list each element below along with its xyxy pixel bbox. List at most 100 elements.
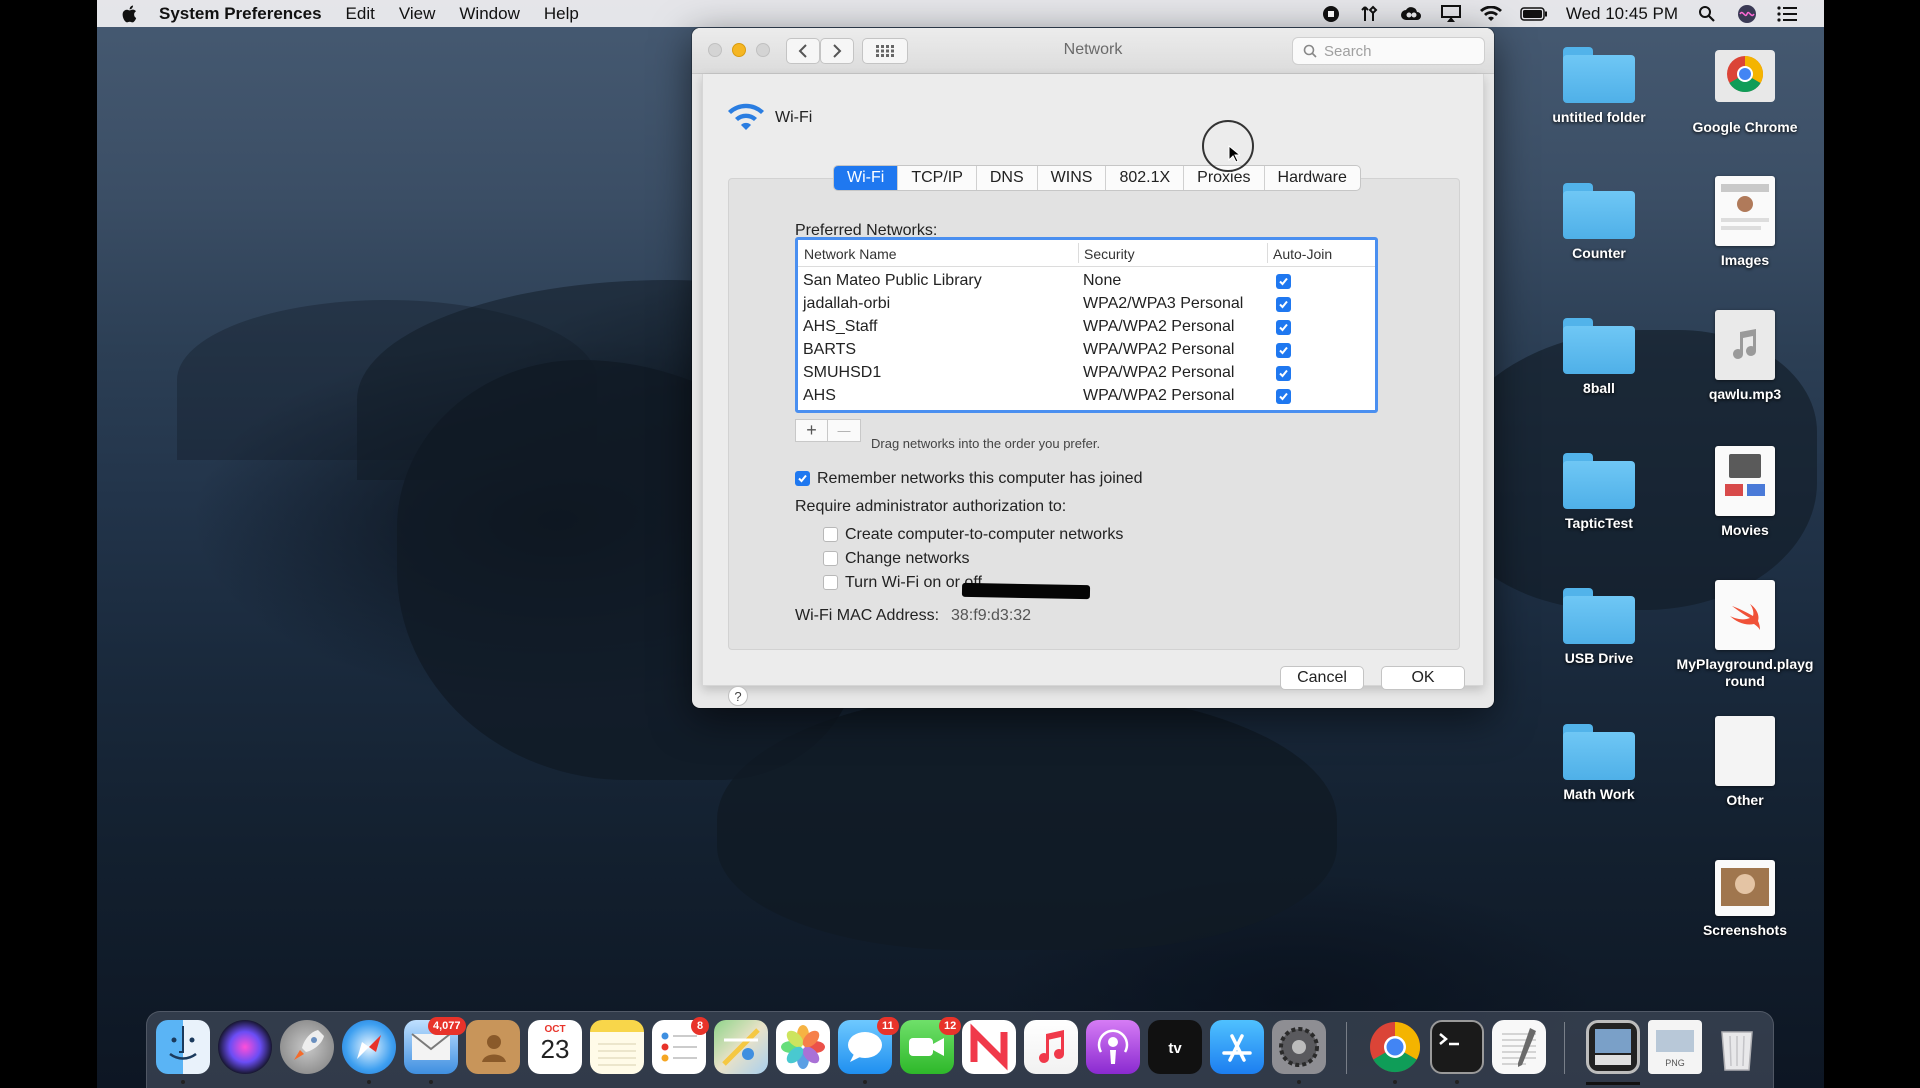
change-networks-label[interactable]: Change networks [845, 550, 970, 568]
document-icon [1715, 716, 1775, 786]
dock-preview-icon[interactable] [1586, 1020, 1640, 1074]
desktop-icon-math-work[interactable]: Math Work [1534, 724, 1664, 803]
creative-cloud-icon[interactable] [1400, 5, 1422, 23]
tab-hardware[interactable]: Hardware [1265, 166, 1360, 190]
menu-help[interactable]: Help [544, 4, 579, 24]
mail-badge: 4,077 [428, 1017, 466, 1035]
table-row[interactable]: AHS WPA/WPA2 Personal [798, 385, 1375, 408]
desktop-icon-untitled-folder[interactable]: untitled folder [1534, 47, 1664, 126]
dock-podcasts-icon[interactable] [1086, 1020, 1140, 1074]
desktop-icon-images[interactable]: Images [1680, 176, 1810, 269]
search-field[interactable]: Search [1292, 37, 1485, 65]
dock-png-document-icon[interactable]: PNG [1648, 1020, 1702, 1074]
checkmark-icon [1279, 323, 1288, 332]
auto-join-checkbox[interactable] [1276, 343, 1291, 358]
dock-system-preferences-icon[interactable] [1272, 1020, 1326, 1074]
notification-center-icon[interactable] [1776, 5, 1798, 23]
table-row[interactable]: AHS_Staff WPA/WPA2 Personal [798, 316, 1375, 339]
create-networks-label[interactable]: Create computer-to-computer networks [845, 526, 1123, 544]
dock-notes-icon[interactable] [590, 1020, 644, 1074]
cancel-button[interactable]: Cancel [1280, 666, 1364, 690]
menu-view[interactable]: View [399, 4, 436, 24]
network-name: San Mateo Public Library [803, 272, 982, 289]
desktop-icon-qawlu-mp3[interactable]: qawlu.mp3 [1680, 310, 1810, 403]
remember-networks-checkbox[interactable] [795, 471, 810, 486]
menu-app-name[interactable]: System Preferences [159, 4, 322, 24]
dock-app-store-icon[interactable] [1210, 1020, 1264, 1074]
desktop-icon-screenshots[interactable]: Screenshots [1680, 860, 1810, 939]
desktop-icon-8ball[interactable]: 8ball [1534, 318, 1664, 397]
window-titlebar: Network Search [692, 28, 1494, 74]
siri-icon[interactable] [1736, 4, 1758, 23]
dock-news-icon[interactable] [962, 1020, 1016, 1074]
battery-icon[interactable] [1520, 5, 1548, 23]
folder-icon [1563, 588, 1635, 644]
dock-safari-icon[interactable] [342, 1020, 396, 1074]
column-security[interactable]: Security [1084, 246, 1135, 262]
apple-menu-icon[interactable] [119, 3, 141, 25]
desktop-icon-movies[interactable]: Movies [1680, 446, 1810, 539]
table-row[interactable]: BARTS WPA/WPA2 Personal [798, 339, 1375, 362]
dock-maps-icon[interactable] [714, 1020, 768, 1074]
desktop-icon-myplayground[interactable]: MyPlayground.playground [1675, 580, 1815, 690]
toggle-wifi-checkbox[interactable] [823, 575, 838, 590]
desktop-icon-counter[interactable]: Counter [1534, 183, 1664, 262]
desktop-icon-taptictest[interactable]: TapticTest [1534, 453, 1664, 532]
column-auto-join[interactable]: Auto-Join [1273, 246, 1332, 262]
dock-finder-icon[interactable] [156, 1020, 210, 1074]
change-networks-checkbox[interactable] [823, 551, 838, 566]
create-networks-checkbox[interactable] [823, 527, 838, 542]
airplay-icon[interactable] [1440, 4, 1462, 23]
dock-launchpad-icon[interactable] [280, 1020, 334, 1074]
dock-contacts-icon[interactable] [466, 1020, 520, 1074]
tools-icon[interactable] [1360, 5, 1382, 23]
swift-playground-icon [1715, 580, 1775, 650]
column-network-name[interactable]: Network Name [804, 246, 897, 262]
chrome-icon [1715, 50, 1775, 102]
preferred-networks-table[interactable]: Network Name Security Auto-Join San Mate… [795, 237, 1378, 413]
tab-wins[interactable]: WINS [1038, 166, 1107, 190]
tab-tcpip[interactable]: TCP/IP [898, 166, 977, 190]
auto-join-checkbox[interactable] [1276, 366, 1291, 381]
svg-text:PNG: PNG [1665, 1058, 1685, 1068]
checkmark-icon [1279, 392, 1288, 401]
dock-terminal-icon[interactable] [1430, 1020, 1484, 1074]
table-row[interactable]: SMUHSD1 WPA/WPA2 Personal [798, 362, 1375, 385]
dock-chrome-icon[interactable] [1368, 1020, 1422, 1074]
wifi-icon[interactable] [1479, 5, 1502, 23]
folder-icon [1563, 183, 1635, 239]
folder-icon [1563, 453, 1635, 509]
auto-join-checkbox[interactable] [1276, 389, 1291, 404]
dock-textedit-icon[interactable] [1492, 1020, 1546, 1074]
menu-window[interactable]: Window [459, 4, 519, 24]
dock-siri-icon[interactable] [218, 1020, 272, 1074]
table-row[interactable]: San Mateo Public Library None [798, 270, 1375, 293]
menu-edit[interactable]: Edit [346, 4, 375, 24]
dock-tv-icon[interactable]: tv [1148, 1020, 1202, 1074]
auto-join-checkbox[interactable] [1276, 320, 1291, 335]
screen-record-icon[interactable] [1320, 5, 1342, 23]
network-name: BARTS [803, 341, 857, 358]
add-network-button[interactable]: + [796, 420, 828, 441]
remember-networks-label[interactable]: Remember networks this computer has join… [817, 470, 1142, 488]
tab-8021x[interactable]: 802.1X [1106, 166, 1185, 190]
dock-music-icon[interactable] [1024, 1020, 1078, 1074]
help-button[interactable]: ? [728, 686, 748, 706]
table-row[interactable]: jadallah-orbi WPA2/WPA3 Personal [798, 293, 1375, 316]
ok-button[interactable]: OK [1381, 666, 1465, 690]
auto-join-checkbox[interactable] [1276, 297, 1291, 312]
dock-trash-icon[interactable] [1710, 1020, 1764, 1074]
desktop-icon-google-chrome[interactable]: Google Chrome [1680, 40, 1810, 136]
dock-photos-icon[interactable] [776, 1020, 830, 1074]
dock-calendar-icon[interactable]: OCT 23 [528, 1020, 582, 1074]
remove-network-button[interactable]: — [828, 420, 860, 441]
auto-join-checkbox[interactable] [1276, 274, 1291, 289]
desktop-icon-usb-drive[interactable]: USB Drive [1534, 588, 1664, 667]
add-remove-control: + — [795, 419, 861, 442]
tab-dns[interactable]: DNS [977, 166, 1038, 190]
desktop-icon-other[interactable]: Other [1680, 716, 1810, 809]
tab-wifi[interactable]: Wi-Fi [834, 166, 899, 190]
spotlight-icon[interactable] [1696, 5, 1718, 23]
menu-clock[interactable]: Wed 10:45 PM [1566, 4, 1678, 24]
network-name: AHS_Staff [803, 318, 878, 335]
